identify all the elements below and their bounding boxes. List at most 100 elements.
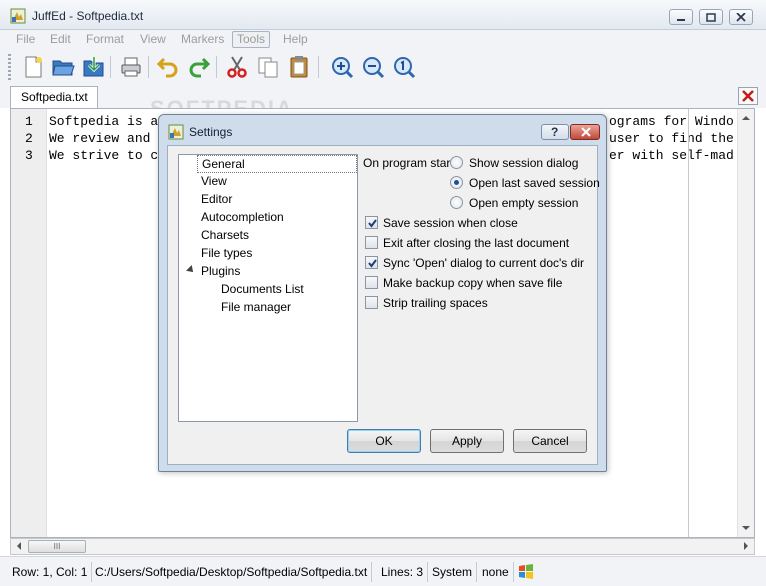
app-icon xyxy=(10,8,26,24)
tree-item-charsets[interactable]: Charsets xyxy=(197,227,253,245)
redo-icon xyxy=(189,57,211,78)
settings-category-tree: General View Editor Autocompletion Chars… xyxy=(178,154,358,422)
radio-open-empty-session[interactable] xyxy=(450,196,463,209)
close-button[interactable] xyxy=(729,9,753,25)
checkbox-exit-after-closing[interactable] xyxy=(365,236,378,249)
ok-button[interactable]: OK xyxy=(347,429,421,453)
checkbox-label: Exit after closing the last document xyxy=(383,236,570,250)
toolbar xyxy=(0,48,766,86)
tab-bar: Softpedia.txt xyxy=(0,86,766,109)
scroll-up-icon xyxy=(742,116,750,120)
radio-label: Show session dialog xyxy=(469,156,579,170)
tree-item-documents-list[interactable]: Documents List xyxy=(217,281,308,299)
file-path: C:/Users/Softpedia/Desktop/Softpedia/Sof… xyxy=(91,562,373,582)
cursor-position: Row: 1, Col: 1 xyxy=(8,562,93,582)
code-line: Softpedia is a xyxy=(49,114,159,129)
close-tab-button[interactable] xyxy=(738,87,758,105)
checkbox-label: Save session when close xyxy=(383,216,518,230)
right-margin-line xyxy=(688,109,689,537)
cut-icon xyxy=(227,56,247,78)
undo-button[interactable] xyxy=(155,54,181,80)
minimize-icon xyxy=(677,19,685,21)
undo-icon xyxy=(156,57,178,78)
checkbox-strip-trailing[interactable] xyxy=(365,296,378,309)
checkbox-sync-open-dialog[interactable] xyxy=(365,256,378,269)
checkbox-save-session[interactable] xyxy=(365,216,378,229)
horizontal-scrollbar[interactable]: III xyxy=(10,538,755,555)
new-file-icon xyxy=(25,56,42,78)
code-line: We review and xyxy=(49,131,151,146)
window-title: JuffEd - Softpedia.txt xyxy=(32,9,144,23)
maximize-button[interactable] xyxy=(699,9,723,25)
cancel-button[interactable]: Cancel xyxy=(513,429,587,453)
zoom-out-button[interactable] xyxy=(360,54,386,80)
open-file-icon xyxy=(52,60,75,76)
minimize-button[interactable] xyxy=(669,9,693,25)
zoom-in-button[interactable] xyxy=(329,54,355,80)
checkbox-make-backup[interactable] xyxy=(365,276,378,289)
menu-bar: File Edit Format View Markers Tools Help xyxy=(0,30,766,48)
dialog-title: Settings xyxy=(189,125,233,139)
checkmark-icon xyxy=(368,219,377,228)
tree-item-autocompletion[interactable]: Autocompletion xyxy=(197,209,288,227)
zoom-reset-button[interactable] xyxy=(391,54,417,80)
on-program-start-label: On program start xyxy=(363,156,454,170)
copy-button[interactable] xyxy=(255,54,281,80)
scroll-right-icon xyxy=(744,542,748,550)
windows-flag-icon xyxy=(519,564,533,579)
radio-show-session-dialog[interactable] xyxy=(450,156,463,169)
tree-item-general[interactable]: General xyxy=(197,155,357,173)
maximize-icon xyxy=(706,13,716,22)
radio-open-last-session[interactable] xyxy=(450,176,463,189)
save-file-icon xyxy=(83,57,104,77)
charset-indicator[interactable]: System xyxy=(428,562,478,582)
tree-item-file-manager[interactable]: File manager xyxy=(217,299,295,317)
menu-view[interactable]: View xyxy=(135,31,171,48)
save-file-button[interactable] xyxy=(81,54,107,80)
dialog-close-button[interactable] xyxy=(570,124,600,140)
menu-help[interactable]: Help xyxy=(278,31,313,48)
checkmark-icon xyxy=(368,259,377,268)
line-number: 1 xyxy=(25,114,33,129)
tree-item-file-types[interactable]: File types xyxy=(197,245,256,263)
help-button[interactable]: ? xyxy=(541,124,569,140)
new-file-button[interactable] xyxy=(20,54,46,80)
menu-file[interactable]: File xyxy=(11,31,40,48)
checkbox-label: Sync 'Open' dialog to current doc's dir xyxy=(383,256,584,270)
dialog-body: General View Editor Autocompletion Chars… xyxy=(167,145,600,465)
open-file-button[interactable] xyxy=(50,54,76,80)
checkbox-label: Make backup copy when save file xyxy=(383,276,563,290)
line-number: 2 xyxy=(25,131,33,146)
menu-format[interactable]: Format xyxy=(81,31,129,48)
redo-button[interactable] xyxy=(186,54,212,80)
toolbar-separator xyxy=(216,56,217,78)
line-number-gutter: 1 2 3 xyxy=(11,109,47,537)
title-bar: JuffEd - Softpedia.txt xyxy=(0,0,766,30)
close-icon xyxy=(736,13,746,22)
tree-item-view[interactable]: View xyxy=(197,173,231,191)
tree-item-plugins[interactable]: Plugins xyxy=(197,263,244,281)
menu-tools[interactable]: Tools xyxy=(232,31,271,48)
radio-label: Open last saved session xyxy=(469,176,600,190)
toolbar-grip[interactable] xyxy=(8,54,11,80)
settings-icon xyxy=(168,124,184,140)
cut-button[interactable] xyxy=(224,54,250,80)
zoom-reset-icon xyxy=(394,57,416,79)
expand-arrow-icon[interactable] xyxy=(186,265,196,275)
scroll-thumb[interactable]: III xyxy=(28,540,86,553)
code-line-tail: er with self-mad xyxy=(609,148,734,163)
line-count: Lines: 3 xyxy=(377,562,429,582)
eol-indicator[interactable]: none xyxy=(478,562,514,582)
apply-button[interactable]: Apply xyxy=(430,429,504,453)
menu-edit[interactable]: Edit xyxy=(45,31,76,48)
vertical-scrollbar[interactable] xyxy=(737,109,754,537)
tree-item-editor[interactable]: Editor xyxy=(197,191,236,209)
print-button[interactable] xyxy=(118,54,144,80)
code-line-tail: user to find the xyxy=(609,131,734,146)
status-bar: Row: 1, Col: 1 C:/Users/Softpedia/Deskto… xyxy=(0,556,766,586)
close-icon xyxy=(581,127,591,137)
paste-icon xyxy=(290,56,308,78)
paste-button[interactable] xyxy=(286,54,312,80)
tab-softpedia-txt[interactable]: Softpedia.txt xyxy=(10,86,98,109)
menu-markers[interactable]: Markers xyxy=(176,31,229,48)
